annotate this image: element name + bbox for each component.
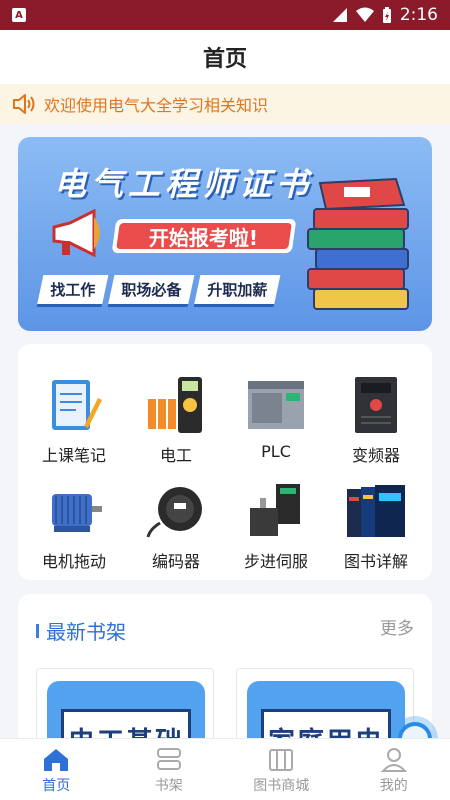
grid-item-electrician[interactable]: 电工 — [124, 374, 228, 466]
tab-label: 图书商城 — [253, 778, 310, 794]
status-bar: A 2:16 — [0, 0, 450, 30]
encoder-icon — [145, 480, 207, 542]
banner-tag: 找工作 — [36, 275, 109, 307]
page-title: 首页 — [202, 47, 247, 72]
section-title: 最新书架 — [46, 620, 126, 644]
books-stack-illustration — [307, 177, 409, 310]
grid-item-books[interactable]: 图书详解 — [324, 480, 428, 572]
status-icons: 2:16 — [332, 5, 438, 25]
battery-icon — [382, 6, 391, 23]
category-grid: 上课笔记 电工 PLC 变频器 电机拖动 编码器 步进伺服 图书详解 — [18, 344, 432, 580]
plc-icon — [245, 374, 307, 436]
multimeter-icon — [145, 374, 207, 436]
tab-label: 我的 — [379, 778, 408, 794]
grid-item-inverter[interactable]: 变频器 — [324, 374, 428, 466]
bookstore-icon — [269, 749, 294, 771]
motor-icon — [43, 480, 105, 542]
banner-tag: 升职加薪 — [193, 275, 281, 307]
banner-tag: 职场必备 — [107, 275, 195, 307]
banner-tags: 找工作 职场必备 升职加薪 — [36, 275, 281, 307]
promo-banner[interactable]: 电气工程师证书 开始报考啦! 找工作 职场必备 升职加薪 — [18, 137, 432, 331]
banner-title: 电气工程师证书 — [54, 165, 314, 203]
banner-cta[interactable]: 开始报考啦! — [111, 219, 297, 253]
status-time: 2:16 — [399, 5, 438, 25]
grid-item-stepper[interactable]: 步进伺服 — [224, 480, 328, 572]
signal-icon — [332, 8, 347, 22]
tab-label: 书架 — [154, 778, 183, 794]
home-icon — [44, 749, 69, 771]
grid-label: 上课笔记 — [41, 446, 106, 465]
tab-bookstore[interactable]: 图书商城 — [225, 739, 338, 800]
grid-label: 电工 — [159, 446, 192, 465]
grid-label: 编码器 — [151, 552, 200, 571]
tab-profile[interactable]: 我的 — [338, 739, 450, 800]
stepper-icon — [245, 480, 307, 542]
speaker-icon — [13, 94, 35, 114]
inverter-icon — [345, 374, 407, 436]
banner-subtitle: 开始报考啦! — [149, 225, 259, 250]
bottom-tab-bar: 首页 书架 图书商城 我的 — [0, 738, 450, 800]
notice-text: 欢迎使用电气大全学习相关知识 — [44, 96, 269, 115]
tab-label: 首页 — [42, 778, 71, 794]
tab-shelf[interactable]: 书架 — [113, 739, 226, 800]
grid-item-plc[interactable]: PLC — [224, 374, 328, 461]
books-icon — [345, 480, 407, 542]
grid-label: 变频器 — [351, 446, 400, 465]
grid-label: 图书详解 — [343, 552, 408, 571]
profile-icon — [380, 748, 408, 772]
wifi-icon — [355, 7, 374, 22]
megaphone-icon — [52, 209, 100, 258]
grid-item-notes[interactable]: 上课笔记 — [22, 374, 126, 466]
grid-item-encoder[interactable]: 编码器 — [124, 480, 228, 572]
app-header: 首页 — [0, 30, 450, 84]
section-accent-bar — [36, 624, 39, 638]
grid-label: PLC — [261, 442, 291, 461]
more-link[interactable]: 更多 — [380, 614, 414, 639]
notebook-icon — [43, 374, 105, 436]
shelf-icon — [156, 748, 181, 770]
tab-home[interactable]: 首页 — [0, 739, 113, 800]
grid-item-motor[interactable]: 电机拖动 — [22, 480, 126, 572]
app-notification-icon: A — [12, 8, 26, 22]
grid-label: 步进伺服 — [243, 552, 308, 571]
grid-label: 电机拖动 — [41, 552, 106, 571]
notice-bar[interactable]: 欢迎使用电气大全学习相关知识 — [0, 84, 450, 124]
